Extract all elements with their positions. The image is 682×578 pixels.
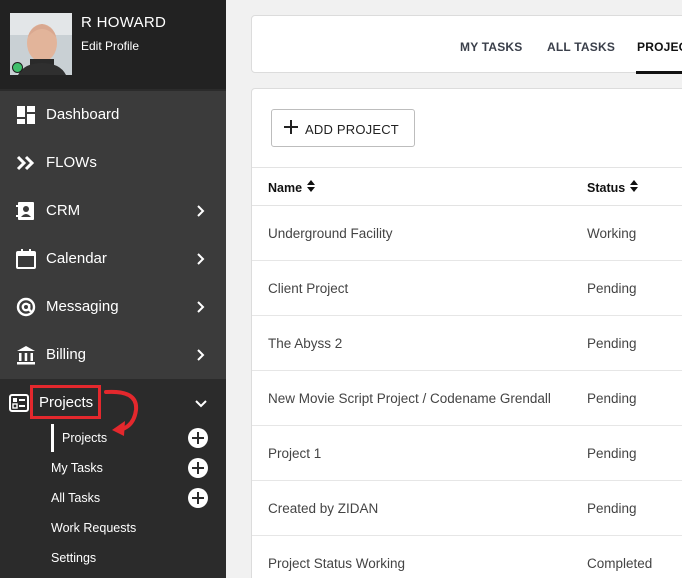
- project-status: Pending: [587, 391, 637, 406]
- nav-item-billing[interactable]: Billing: [0, 331, 226, 379]
- project-name[interactable]: Project 1: [268, 446, 321, 461]
- project-name[interactable]: Created by ZIDAN: [268, 501, 378, 516]
- sort-icon: [306, 179, 316, 196]
- nav-item-label: Billing: [46, 346, 87, 363]
- at-sign-icon: [16, 297, 36, 317]
- submenu-item-settings[interactable]: Settings: [0, 543, 226, 573]
- submenu-item-label: All Tasks: [51, 491, 101, 505]
- projects-panel: ADD PROJECT Name Status Underground Faci…: [251, 88, 682, 578]
- table-row[interactable]: Client Project Pending: [252, 261, 682, 316]
- tab-bar: MY TASKS ALL TASKS PROJECTS: [251, 15, 682, 74]
- project-status: Working: [587, 226, 637, 241]
- sidebar: R HOWARD Edit Profile Dashboard FLOWs CR…: [0, 0, 226, 578]
- project-status: Completed: [587, 556, 653, 571]
- chevron-down-icon: [194, 395, 208, 411]
- edit-profile-link[interactable]: Edit Profile: [81, 39, 139, 53]
- submenu-item-label: Settings: [51, 551, 97, 565]
- project-status: Pending: [587, 446, 637, 461]
- project-name[interactable]: New Movie Script Project / Codename Gren…: [268, 391, 551, 406]
- nav-item-label: Dashboard: [46, 106, 120, 123]
- submenu-item-label: Projects: [62, 431, 108, 445]
- bank-icon: [16, 345, 36, 365]
- add-project-label: ADD PROJECT: [305, 122, 399, 137]
- profile-name: R HOWARD: [81, 14, 167, 31]
- nav-item-label: Messaging: [46, 298, 119, 315]
- nav-item-crm[interactable]: CRM: [0, 187, 226, 235]
- tab-all-tasks[interactable]: ALL TASKS: [547, 40, 615, 54]
- sort-icon: [629, 179, 639, 196]
- online-status-indicator: [12, 62, 23, 73]
- submenu-item-work-requests[interactable]: Work Requests: [0, 513, 226, 543]
- nav-item-label: Calendar: [46, 250, 107, 267]
- chevron-right-icon: [194, 251, 208, 267]
- add-project-button[interactable]: ADD PROJECT: [271, 109, 415, 147]
- submenu-item-all-tasks[interactable]: All Tasks: [0, 483, 226, 513]
- chevron-right-icon: [194, 347, 208, 363]
- table-header: Name Status: [252, 167, 682, 206]
- submenu-item-label: Work Requests: [51, 521, 137, 535]
- project-status: Pending: [587, 281, 637, 296]
- double-chevron-icon: [16, 153, 36, 173]
- project-name[interactable]: Project Status Working: [268, 556, 405, 571]
- project-status: Pending: [587, 336, 637, 351]
- tab-my-tasks[interactable]: MY TASKS: [460, 40, 523, 54]
- plus-icon: [284, 120, 298, 139]
- submenu-item-my-tasks[interactable]: My Tasks: [0, 453, 226, 483]
- column-header-name[interactable]: Name: [268, 179, 316, 196]
- project-name[interactable]: Client Project: [268, 281, 348, 296]
- table-row[interactable]: New Movie Script Project / Codename Gren…: [252, 371, 682, 426]
- active-indicator: [51, 424, 54, 452]
- active-tab-underline: [636, 71, 682, 74]
- nav-item-calendar[interactable]: Calendar: [0, 235, 226, 283]
- submenu-item-projects[interactable]: Projects: [0, 423, 226, 453]
- chevron-right-icon: [194, 299, 208, 315]
- contact-card-icon: [16, 201, 36, 221]
- nav-item-label: CRM: [46, 202, 81, 219]
- table-row[interactable]: Underground Facility Working: [252, 206, 682, 261]
- highlight-box: [30, 385, 101, 419]
- add-circle-icon[interactable]: [188, 488, 208, 508]
- table-row[interactable]: Created by ZIDAN Pending: [252, 481, 682, 536]
- project-status: Pending: [587, 501, 637, 516]
- nav-item-flows[interactable]: FLOWs: [0, 139, 226, 187]
- column-header-status[interactable]: Status: [587, 179, 639, 196]
- add-circle-icon[interactable]: [188, 428, 208, 448]
- column-header-label: Status: [587, 180, 626, 195]
- profile-header: R HOWARD Edit Profile: [0, 0, 226, 89]
- checklist-icon: [9, 393, 29, 413]
- project-name[interactable]: The Abyss 2: [268, 336, 342, 351]
- nav-item-label: FLOWs: [46, 154, 97, 171]
- dashboard-icon: [16, 105, 36, 125]
- add-circle-icon[interactable]: [188, 458, 208, 478]
- table-row[interactable]: The Abyss 2 Pending: [252, 316, 682, 371]
- nav-item-dashboard[interactable]: Dashboard: [0, 91, 226, 139]
- project-name[interactable]: Underground Facility: [268, 226, 393, 241]
- table-row[interactable]: Project 1 Pending: [252, 426, 682, 481]
- calendar-icon: [16, 249, 36, 269]
- table-row[interactable]: Project Status Working Completed: [252, 536, 682, 578]
- column-header-label: Name: [268, 180, 303, 195]
- tab-projects[interactable]: PROJECTS: [637, 40, 682, 54]
- nav-item-messaging[interactable]: Messaging: [0, 283, 226, 331]
- submenu-item-label: My Tasks: [51, 461, 103, 475]
- chevron-right-icon: [194, 203, 208, 219]
